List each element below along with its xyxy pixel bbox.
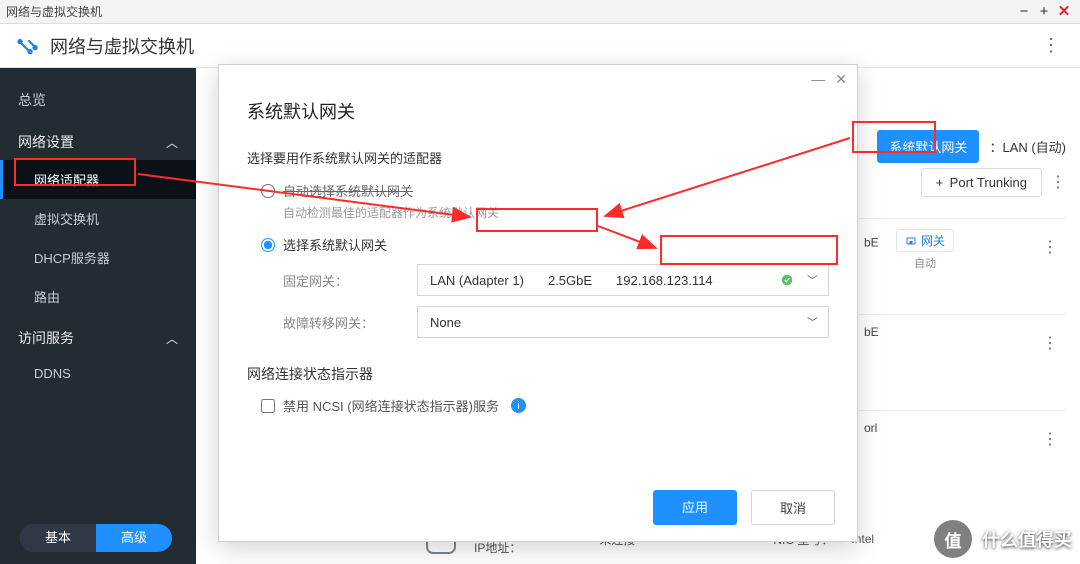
orl-label: orl <box>864 421 877 435</box>
mode-toggle: 基本 高级 <box>20 524 172 552</box>
radio-select-gateway[interactable]: 选择系统默认网关 <box>261 235 829 254</box>
watermark-text: 什么值得买 <box>982 526 1072 552</box>
gateway-auto-label: 自动 <box>914 255 1058 271</box>
chevron-down-icon: ﹀ <box>807 272 818 288</box>
sidebar-item-label: DDNS <box>34 366 71 381</box>
adapter-card-1: bE 网关 自动 ⋮ <box>856 218 1066 272</box>
window-title: 网络与虚拟交换机 <box>6 3 1014 20</box>
chevron-up-icon: ︿ <box>166 134 178 151</box>
mode-basic-button[interactable]: 基本 <box>20 524 96 552</box>
checkbox-input[interactable] <box>261 399 275 413</box>
card-more-icon[interactable]: ⋮ <box>1042 237 1058 257</box>
window-close-icon[interactable]: ✕ <box>1054 4 1074 19</box>
network-logo-icon <box>14 33 40 59</box>
window-titlebar: 网络与虚拟交换机 − + ✕ <box>0 0 1080 24</box>
sidebar-item-dhcp-server[interactable]: DHCP服务器 <box>0 238 196 277</box>
sidebar: 总览 网络设置 ︿ 网络适配器 虚拟交换机 DHCP服务器 路由 访问服务 ︿ … <box>0 68 196 564</box>
system-default-gateway-button[interactable]: 系统默认网关 <box>877 130 979 163</box>
radio-label: 选择系统默认网关 <box>283 235 387 254</box>
info-icon[interactable]: i <box>511 398 526 413</box>
failover-gateway-label: 故障转移网关： <box>283 313 403 332</box>
sidebar-item-route[interactable]: 路由 <box>0 277 196 316</box>
port-trunking-more-icon[interactable]: ⋮ <box>1050 172 1066 192</box>
app-header: 网络与虚拟交换机 ⋮ <box>0 24 1080 68</box>
checkbox-label: 禁用 NCSI (网络连接状态指示器)服务 <box>283 396 499 415</box>
sidebar-item-label: 路由 <box>34 287 60 306</box>
card-more-icon[interactable]: ⋮ <box>1042 333 1058 353</box>
failover-gateway-row: 故障转移网关： None ﹀ <box>283 306 829 338</box>
chevron-down-icon: ﹀ <box>807 314 818 330</box>
sidebar-item-label: 虚拟交换机 <box>34 209 99 228</box>
sidebar-group-network-settings[interactable]: 网络设置 ︿ <box>0 120 196 160</box>
adapter-card-2: bE ⋮ <box>856 314 1066 368</box>
radio-auto-select-gateway[interactable]: 自动选择系统默认网关 <box>261 181 829 200</box>
section-select-adapter-label: 选择要用作系统默认网关的适配器 <box>247 148 829 167</box>
lan-auto-label: ：LAN (自动) <box>989 137 1066 156</box>
app-title: 网络与虚拟交换机 <box>50 33 1036 59</box>
link-status-icon <box>780 273 794 287</box>
sidebar-item-label: 网络适配器 <box>34 170 99 189</box>
dialog-close-icon[interactable]: ✕ <box>835 71 847 88</box>
sidebar-group-label: 网络设置 <box>18 132 74 152</box>
failover-gateway-dropdown[interactable]: None ﹀ <box>417 306 829 338</box>
sidebar-item-label: 总览 <box>18 90 46 110</box>
sidebar-group-access-service[interactable]: 访问服务 ︿ <box>0 316 196 356</box>
sidebar-item-ddns[interactable]: DDNS <box>0 356 196 391</box>
header-more-icon[interactable]: ⋮ <box>1036 35 1066 56</box>
adapter-card-3: orl ⋮ <box>856 410 1066 464</box>
ip-label: IP地址： <box>474 541 521 555</box>
chevron-up-icon: ︿ <box>166 330 178 347</box>
top-strip: 系统默认网关 ：LAN (自动) <box>877 130 1066 163</box>
fixed-gateway-label: 固定网关： <box>283 271 403 290</box>
sidebar-item-network-adapters[interactable]: 网络适配器 <box>0 160 196 199</box>
radio-input[interactable] <box>261 238 275 252</box>
apply-button[interactable]: 应用 <box>653 490 737 525</box>
speed-suffix-label: bE <box>864 325 879 339</box>
mode-advanced-button[interactable]: 高级 <box>96 524 172 552</box>
dialog-title: 系统默认网关 <box>247 98 829 124</box>
radio-input[interactable] <box>261 184 275 198</box>
dialog-body: 系统默认网关 选择要用作系统默认网关的适配器 自动选择系统默认网关 自动检测最佳… <box>219 94 857 435</box>
fixed-gateway-dropdown[interactable]: LAN (Adapter 1) 2.5GbE 192.168.123.114 ﹀ <box>417 264 829 296</box>
speed-suffix-label: bE <box>864 236 879 250</box>
ethernet-port-icon <box>905 235 917 247</box>
dialog-titlebar: — ✕ <box>219 65 857 94</box>
radio-auto-description: 自动检测最佳的适配器作为系统默认网关 <box>283 204 829 221</box>
watermark: 值 什么值得买 <box>934 520 1072 558</box>
dropdown-text: LAN (Adapter 1) 2.5GbE 192.168.123.114 <box>430 273 798 288</box>
card-more-icon[interactable]: ⋮ <box>1042 429 1058 449</box>
sidebar-item-overview[interactable]: 总览 <box>0 80 196 120</box>
cancel-button[interactable]: 取消 <box>751 490 835 525</box>
fixed-gateway-row: 固定网关： LAN (Adapter 1) 2.5GbE 192.168.123… <box>283 264 829 296</box>
sidebar-item-label: DHCP服务器 <box>34 248 110 267</box>
dialog-minimize-icon[interactable]: — <box>811 71 825 88</box>
window-minimize-icon[interactable]: − <box>1014 4 1034 19</box>
window-maximize-icon[interactable]: + <box>1034 4 1054 19</box>
system-default-gateway-dialog: — ✕ 系统默认网关 选择要用作系统默认网关的适配器 自动选择系统默认网关 自动… <box>218 64 858 542</box>
sidebar-item-virtual-switch[interactable]: 虚拟交换机 <box>0 199 196 238</box>
port-trunking-button[interactable]: + Port Trunking <box>921 168 1042 197</box>
radio-label: 自动选择系统默认网关 <box>283 181 413 200</box>
dropdown-text: None <box>430 315 798 330</box>
disable-ncsi-checkbox-row[interactable]: 禁用 NCSI (网络连接状态指示器)服务 i <box>261 396 829 415</box>
gateway-badge: 网关 <box>896 229 954 252</box>
sidebar-group-label: 访问服务 <box>18 328 74 348</box>
watermark-badge-icon: 值 <box>934 520 972 558</box>
section-ncsi-label: 网络连接状态指示器 <box>247 364 829 384</box>
dialog-footer: 应用 取消 <box>653 490 835 525</box>
